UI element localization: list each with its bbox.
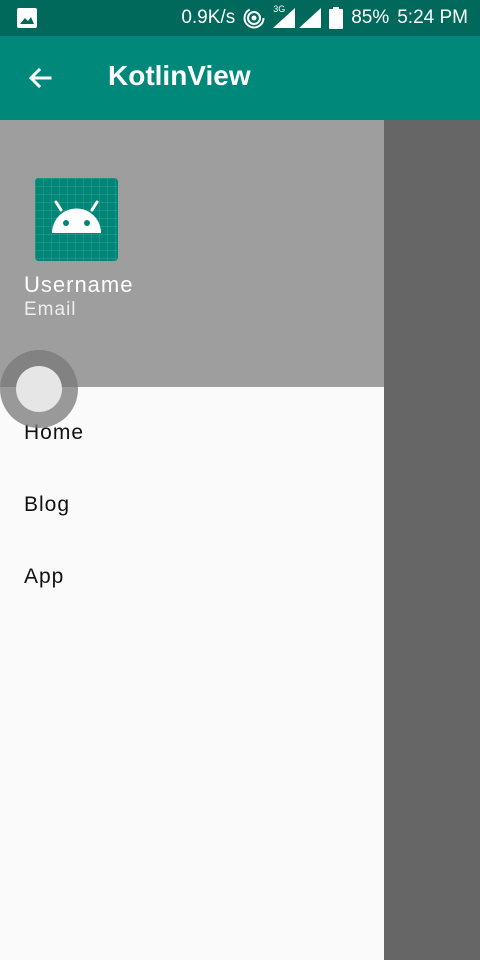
navigation-drawer: Username Email Home Blog App: [0, 120, 384, 960]
drawer-item-app[interactable]: App: [0, 543, 384, 615]
battery-icon: [329, 7, 344, 29]
battery-percent: 85%: [351, 7, 390, 28]
android-icon: [35, 178, 118, 261]
drawer-header: Username Email: [0, 120, 384, 387]
arrow-back-icon: [28, 67, 52, 89]
back-button[interactable]: [18, 56, 62, 100]
status-icons: 0.9K/s 3G 85% 5:24 PM: [181, 0, 468, 36]
signal-icon: 3G: [273, 4, 322, 28]
drawer-item-label: App: [24, 565, 65, 588]
hotspot-icon: [243, 7, 265, 29]
app-title: KotlinView: [108, 60, 251, 91]
clock: 5:24 PM: [397, 7, 468, 28]
status-bar: 0.9K/s 3G 85% 5:24 PM: [0, 0, 480, 36]
app-bar: KotlinView: [0, 36, 480, 120]
network-type: 3G: [273, 4, 286, 14]
avatar: [35, 178, 118, 261]
drawer-scrim[interactable]: [384, 120, 480, 960]
drawer-username: Username: [24, 272, 134, 297]
drawer-email: Email: [24, 299, 77, 320]
touch-indicator: [0, 350, 78, 428]
drawer-item-label: Blog: [24, 493, 71, 516]
network-speed: 0.9K/s: [181, 7, 236, 28]
image-icon: [16, 7, 38, 35]
drawer-item-blog[interactable]: Blog: [0, 471, 384, 543]
